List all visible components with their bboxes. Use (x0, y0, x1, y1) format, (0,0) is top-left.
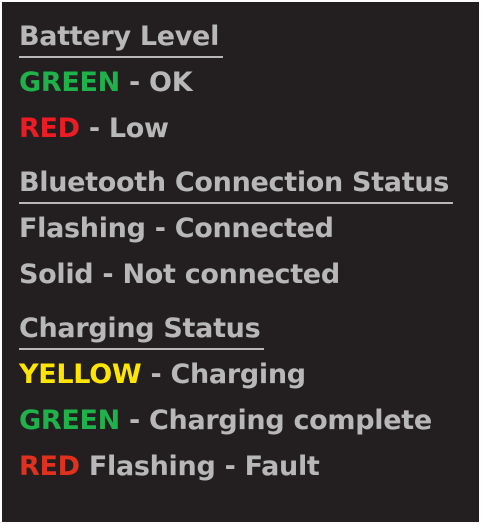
charging-color-word: YELLOW (19, 359, 142, 390)
charging-complete-row: GREEN - Charging complete (19, 398, 479, 444)
charging-fault-text: Flashing - Fault (79, 451, 320, 482)
battery-ok-row: GREEN - OK (19, 60, 479, 106)
battery-ok-text: - OK (119, 67, 193, 98)
bluetooth-not-connected-row: Solid - Not connected (19, 259, 340, 290)
battery-ok-color-word: GREEN (19, 67, 120, 98)
charging-row: YELLOW - Charging (19, 352, 479, 398)
charging-complete-color-word: GREEN (19, 405, 120, 436)
battery-level-heading: Battery Level (19, 18, 224, 58)
charging-text: - Charging (141, 359, 306, 390)
charging-fault-row: RED Flashing - Fault (19, 444, 479, 490)
charging-status-heading: Charging Status (19, 310, 265, 350)
charging-complete-text: - Charging complete (119, 405, 432, 436)
status-legend-panel: Battery Level GREEN - OK RED - Low Bluet… (2, 2, 479, 522)
battery-level-section: Battery Level GREEN - OK RED - Low (19, 14, 479, 152)
charging-fault-color-word: RED (19, 451, 80, 482)
charging-status-section: Charging Status YELLOW - Charging GREEN … (19, 306, 479, 490)
battery-low-color-word: RED (19, 113, 80, 144)
battery-low-row: RED - Low (19, 106, 479, 152)
bluetooth-connected-row: Flashing - Connected (19, 213, 334, 244)
bluetooth-status-section: Bluetooth Connection Status Flashing - C… (19, 160, 479, 298)
battery-low-text: - Low (79, 113, 169, 144)
bluetooth-status-heading: Bluetooth Connection Status (19, 164, 454, 204)
